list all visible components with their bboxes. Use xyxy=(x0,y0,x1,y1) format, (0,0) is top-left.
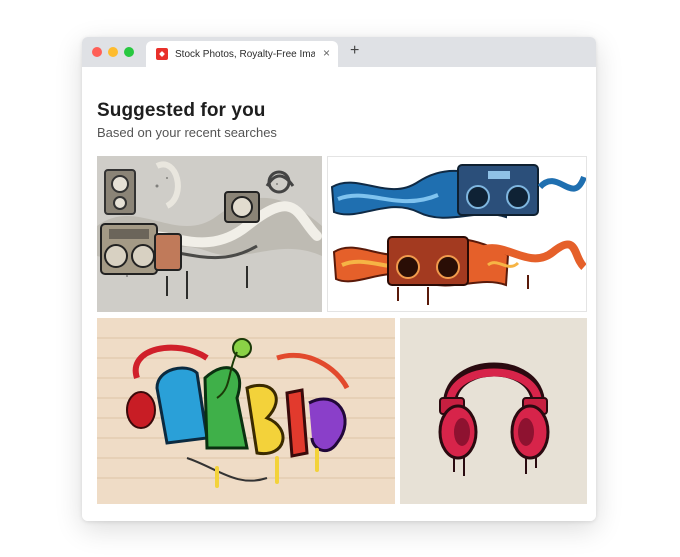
tab-title: Stock Photos, Royalty-Free Ima xyxy=(175,48,315,60)
browser-tab[interactable]: Stock Photos, Royalty-Free Ima × xyxy=(146,41,338,67)
image-tile-music-graffiti[interactable] xyxy=(97,318,395,504)
minimize-window-button[interactable] xyxy=(108,47,118,57)
boombox-graffiti-image xyxy=(97,156,322,312)
red-headphones-image xyxy=(400,318,587,504)
maximize-window-button[interactable] xyxy=(124,47,134,57)
image-tile-boombox-beige[interactable] xyxy=(97,156,322,312)
close-window-button[interactable] xyxy=(92,47,102,57)
site-favicon-icon xyxy=(156,48,168,60)
browser-window: Stock Photos, Royalty-Free Ima × + Sugge… xyxy=(82,37,596,521)
music-graffiti-image xyxy=(97,318,395,504)
image-tile-boombox-color[interactable] xyxy=(327,156,587,312)
image-tile-red-headphones[interactable] xyxy=(400,318,587,504)
boombox-color-graffiti-image xyxy=(328,157,586,311)
title-bar: Stock Photos, Royalty-Free Ima × + xyxy=(82,37,596,67)
new-tab-button[interactable]: + xyxy=(350,43,359,59)
page-subtitle: Based on your recent searches xyxy=(97,125,277,140)
page-content: Suggested for you Based on your recent s… xyxy=(82,67,596,521)
tab-close-icon[interactable]: × xyxy=(323,47,330,59)
page-title: Suggested for you xyxy=(97,100,266,121)
